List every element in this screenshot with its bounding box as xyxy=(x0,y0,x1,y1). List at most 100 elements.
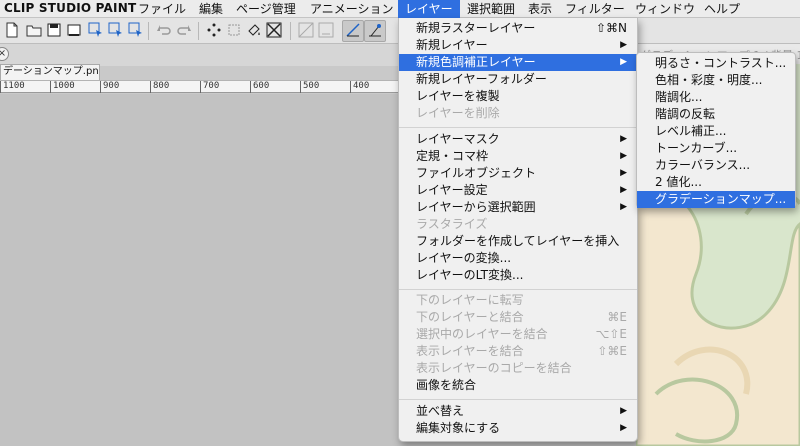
menu-item-flatten-image[interactable]: 画像を統合 xyxy=(399,377,637,394)
menu-help[interactable]: ヘルプ xyxy=(697,0,747,18)
document-tab[interactable]: デーションマップ.png* xyxy=(0,64,100,80)
menu-item-file-object[interactable]: ファイルオブジェクト ▶ xyxy=(399,165,637,182)
menu-animation[interactable]: アニメーション xyxy=(303,0,401,18)
snap-particles-icon[interactable] xyxy=(206,22,222,38)
menu-item-duplicate-layer[interactable]: レイヤーを複製 xyxy=(399,88,637,105)
menu-item-merge-down[interactable]: 下のレイヤーと結合 ⌘E xyxy=(399,309,637,326)
submenu-item-levels[interactable]: レベル補正... xyxy=(637,123,795,140)
new-file-icon[interactable] xyxy=(4,22,20,38)
grid-snap-icon xyxy=(346,23,360,37)
submenu-item-brightness-contrast[interactable]: 明るさ・コントラスト... xyxy=(637,55,795,72)
submenu-arrow-icon: ▶ xyxy=(620,40,627,50)
menu-item-layer-settings[interactable]: レイヤー設定 ▶ xyxy=(399,182,637,199)
toolbar-separator xyxy=(198,22,199,40)
submenu-arrow-icon: ▶ xyxy=(620,406,627,416)
shortcut-label: ⇧⌘E xyxy=(597,344,627,358)
menu-item-new-raster-layer[interactable]: 新規ラスターレイヤー ⇧⌘N xyxy=(399,20,637,37)
menu-item-label: レイヤーマスク xyxy=(416,132,500,146)
special-ruler-snap-icon[interactable] xyxy=(318,22,334,38)
menu-item-ruler-frame[interactable]: 定規・コマ枠 ▶ xyxy=(399,148,637,165)
menu-item-label: 並べ替え xyxy=(416,404,465,418)
submenu-item-invert[interactable]: 階調の反転 xyxy=(637,106,795,123)
submenu-arrow-icon: ▶ xyxy=(620,185,627,195)
menu-item-create-folder-insert[interactable]: フォルダーを作成してレイヤーを挿入 xyxy=(399,233,637,250)
menu-item-label: 新規レイヤー xyxy=(416,38,488,52)
submenu-arrow-icon: ▶ xyxy=(620,151,627,161)
submenu-item-binarization[interactable]: 2 値化... xyxy=(637,174,795,191)
ruler-tick xyxy=(250,81,251,93)
undo-icon[interactable] xyxy=(156,22,172,38)
menu-item-merge-selected[interactable]: 選択中のレイヤーを結合 ⌥⇧E xyxy=(399,326,637,343)
menu-item-label: レイヤーのLT変換... xyxy=(416,268,524,282)
menu-item-selection-from-layer[interactable]: レイヤーから選択範囲 ▶ xyxy=(399,199,637,216)
menu-bar: CLIP STUDIO PAINT ファイル 編集 ページ管理 アニメーション … xyxy=(0,0,800,18)
menu-item-arrange[interactable]: 並べ替え ▶ xyxy=(399,403,637,420)
submenu-arrow-icon: ▶ xyxy=(620,423,627,433)
canvas-icon[interactable] xyxy=(66,22,82,38)
menu-item-layer-mask[interactable]: レイヤーマスク ▶ xyxy=(399,131,637,148)
menu-separator xyxy=(399,127,637,128)
menu-item-set-edit-target[interactable]: 編集対象にする ▶ xyxy=(399,420,637,437)
menu-item-label: 選択中のレイヤーを結合 xyxy=(416,327,548,341)
ruler-label: 600 xyxy=(253,81,270,91)
shortcut-label: ⇧⌘N xyxy=(595,21,627,35)
ruler-tick xyxy=(300,81,301,93)
menu-selection[interactable]: 選択範囲 xyxy=(460,0,522,18)
submenu-item-color-balance[interactable]: カラーバランス... xyxy=(637,157,795,174)
ruler-snap-icon[interactable] xyxy=(298,22,314,38)
submenu-item-tone-curve[interactable]: トーンカーブ... xyxy=(637,140,795,157)
menu-item-label: 新規ラスターレイヤー xyxy=(416,21,536,35)
menu-layer[interactable]: レイヤー xyxy=(398,0,460,18)
ruler-label: 800 xyxy=(153,81,170,91)
menu-item-label: レイヤー設定 xyxy=(416,183,488,197)
select-export-icon[interactable] xyxy=(88,22,104,38)
menu-item-lt-conversion[interactable]: レイヤーのLT変換... xyxy=(399,267,637,284)
open-folder-icon[interactable] xyxy=(26,22,42,38)
menu-item-merge-visible-copy[interactable]: 表示レイヤーのコピーを結合 xyxy=(399,360,637,377)
menu-item-label: 表示レイヤーを結合 xyxy=(416,344,524,358)
submenu-arrow-icon: ▶ xyxy=(620,202,627,212)
menu-item-transfer-down[interactable]: 下のレイヤーに転写 xyxy=(399,292,637,309)
menu-page-management[interactable]: ページ管理 xyxy=(229,0,303,18)
ruler-tick xyxy=(100,81,101,93)
menu-filter[interactable]: フィルター xyxy=(558,0,632,18)
toolbar-separator xyxy=(148,22,149,40)
menu-item-delete-layer[interactable]: レイヤーを削除 xyxy=(399,105,637,122)
fill-icon[interactable] xyxy=(246,22,262,38)
ruler-tick xyxy=(50,81,51,93)
redo-icon[interactable] xyxy=(176,22,192,38)
ruler-label: 1100 xyxy=(3,81,25,91)
menu-separator xyxy=(399,399,637,400)
menu-item-label: 画像を統合 xyxy=(416,378,477,392)
transform-icon[interactable] xyxy=(226,22,242,38)
submenu-item-hue-saturation[interactable]: 色相・彩度・明度... xyxy=(637,72,795,89)
ruler-tick xyxy=(200,81,201,93)
menu-item-label: 下のレイヤーに転写 xyxy=(416,293,524,307)
app-name[interactable]: CLIP STUDIO PAINT xyxy=(4,1,136,15)
menu-edit[interactable]: 編集 xyxy=(192,0,230,18)
menu-item-label: 新規レイヤーフォルダー xyxy=(416,72,547,86)
menu-window[interactable]: ウィンドウ xyxy=(628,0,702,18)
close-document-button[interactable]: × xyxy=(0,47,9,61)
ruler-label: 900 xyxy=(103,81,120,91)
menu-item-convert-layer[interactable]: レイヤーの変換... xyxy=(399,250,637,267)
menu-view[interactable]: 表示 xyxy=(521,0,559,18)
menu-item-new-layer[interactable]: 新規レイヤー ▶ xyxy=(399,37,637,54)
save-icon[interactable] xyxy=(46,22,62,38)
submenu-item-posterize[interactable]: 階調化... xyxy=(637,89,795,106)
deselect-icon[interactable] xyxy=(266,22,282,38)
ruler-tick xyxy=(0,81,1,93)
ruler-label: 400 xyxy=(353,81,370,91)
select-export-3-icon[interactable] xyxy=(128,22,144,38)
submenu-item-gradient-map[interactable]: グラデーションマップ... xyxy=(637,191,795,208)
menu-item-new-correction-layer[interactable]: 新規色調補正レイヤー ▶ xyxy=(399,54,637,71)
menu-item-rasterize[interactable]: ラスタライズ xyxy=(399,216,637,233)
menu-item-label: レイヤーの変換... xyxy=(416,251,512,265)
menu-item-new-layer-folder[interactable]: 新規レイヤーフォルダー xyxy=(399,71,637,88)
submenu-arrow-icon: ▶ xyxy=(620,134,627,144)
toolbar-separator xyxy=(290,22,291,40)
menu-file[interactable]: ファイル xyxy=(131,0,193,18)
ruler-tick xyxy=(350,81,351,93)
select-export-2-icon[interactable] xyxy=(108,22,124,38)
menu-item-merge-visible[interactable]: 表示レイヤーを結合 ⇧⌘E xyxy=(399,343,637,360)
